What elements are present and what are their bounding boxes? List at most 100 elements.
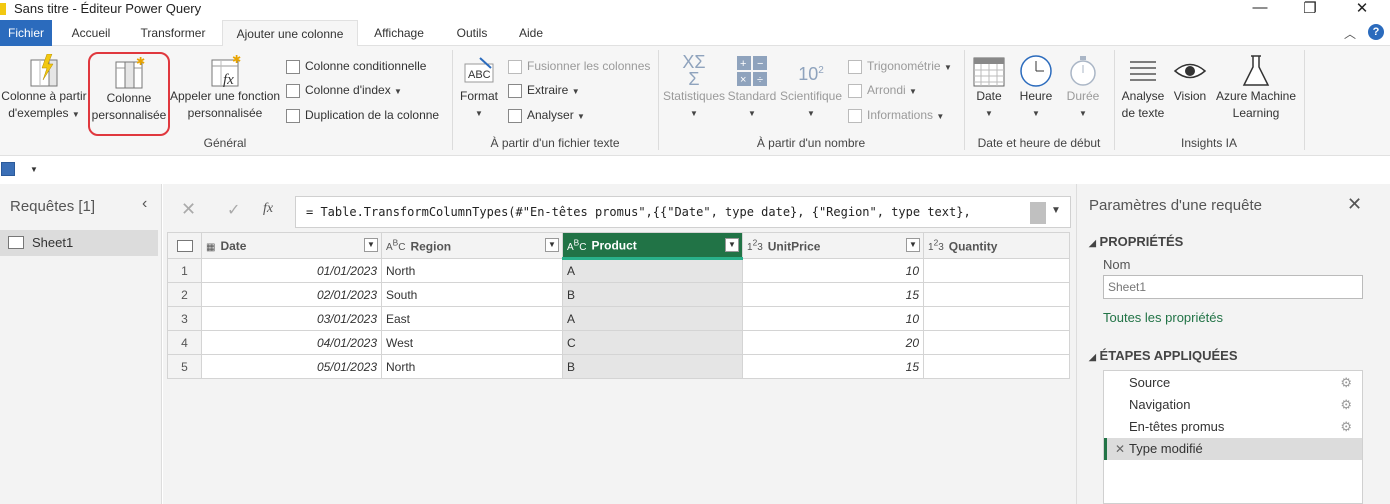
colonne-personnalisee-button[interactable]: ✱ Colonne personnalisée [88,52,170,136]
collapse-pane-icon[interactable]: ‹ [142,195,147,213]
query-item-sheet1[interactable]: Sheet1 [0,230,158,256]
cell-unitprice[interactable]: 15 [742,354,924,379]
step-en-tetes-promus[interactable]: En-têtes promus ⚙ [1104,416,1362,438]
cell-date[interactable]: 01/01/2023 [201,258,382,283]
azure-ml-button[interactable]: Azure Machine Learning [1212,54,1300,122]
close-settings-icon[interactable]: ✕ [1347,194,1362,215]
date-type-icon: ▦ [206,241,216,253]
tab-fichier[interactable]: Fichier [0,20,52,46]
minimize-button[interactable]: — [1245,0,1275,16]
save-icon[interactable] [1,162,15,176]
expand-formula-icon[interactable]: ▼ [1051,205,1061,216]
cell-quantity[interactable] [923,258,1070,283]
filter-dropdown-icon[interactable]: ▼ [545,238,559,252]
statistiques-button[interactable]: XΣ Σ Statistiques ▼ [662,53,726,122]
restore-button[interactable]: ❐ [1295,0,1325,17]
format-button[interactable]: ABC Format ▼ [456,54,502,122]
extraire-button[interactable]: Extraire ▼ [508,80,580,100]
cell-date[interactable]: 04/01/2023 [201,330,382,355]
arrondi-button[interactable]: Arrondi ▼ [848,80,917,100]
cell-region[interactable]: East [381,306,563,331]
column-header-region[interactable]: ABC Region ▼ [381,232,563,259]
cell-product[interactable]: B [562,282,743,307]
cell-quantity[interactable] [923,330,1070,355]
cell-quantity[interactable] [923,306,1070,331]
tab-aide[interactable]: Aide [508,20,554,46]
cell-quantity[interactable] [923,354,1070,379]
query-name-input[interactable]: Sheet1 [1103,275,1363,299]
collapse-triangle-icon[interactable]: ◢ [1089,238,1096,248]
cell-region[interactable]: North [381,258,563,283]
column-header-product[interactable]: ABC Product ▼ [562,232,743,260]
duree-button[interactable]: Durée ▼ [1060,54,1106,122]
all-properties-link[interactable]: Toutes les propriétés [1103,310,1223,325]
filter-dropdown-icon[interactable]: ▼ [906,238,920,252]
formula-bar[interactable]: = Table.TransformColumnTypes(#"En-têtes … [295,196,1071,228]
cell-region[interactable]: South [381,282,563,307]
svg-text:−: − [757,58,763,70]
cell-unitprice[interactable]: 10 [742,258,924,283]
informations-button[interactable]: Informations ▼ [848,105,944,125]
tab-transformer[interactable]: Transformer [132,20,214,46]
standard-button[interactable]: + − × ÷ Standard ▼ [726,54,778,122]
gear-icon[interactable]: ⚙ [1340,372,1352,394]
formula-scrollbar[interactable] [1030,202,1046,224]
step-navigation[interactable]: Navigation ⚙ [1104,394,1362,416]
analyser-button[interactable]: Analyser ▼ [508,105,585,125]
table-menu-button[interactable] [167,232,202,259]
cell-quantity[interactable] [923,282,1070,307]
analyse-texte-button[interactable]: Analyse de texte [1118,54,1168,122]
commit-formula-icon[interactable]: ✓ [227,200,240,220]
trigonometrie-button[interactable]: Trigonométrie ▼ [848,56,952,76]
query-settings-pane: Paramètres d'une requête ✕ ◢ PROPRIÉTÉS … [1076,184,1390,504]
tab-affichage[interactable]: Affichage [362,20,436,46]
column-header-date[interactable]: ▦ Date ▼ [201,232,382,259]
step-source[interactable]: Source ⚙ [1104,372,1362,394]
cell-date[interactable]: 02/01/2023 [201,282,382,307]
cell-unitprice[interactable]: 10 [742,306,924,331]
cell-unitprice[interactable]: 15 [742,282,924,307]
date-button[interactable]: Date ▼ [968,54,1010,122]
scientifique-button[interactable]: 102 Scientifique ▼ [778,54,844,122]
colonne-index-button[interactable]: Colonne d'index ▼ [286,80,402,100]
duplication-colonne-button[interactable]: Duplication de la colonne [286,105,439,125]
cell-unitprice[interactable]: 20 [742,330,924,355]
fx-icon[interactable]: fx [263,201,273,217]
cell-product[interactable]: A [562,258,743,283]
cell-product[interactable]: A [562,306,743,331]
close-button[interactable]: ✕ [1347,0,1377,17]
customize-toolbar-icon[interactable]: ▼ [30,165,38,174]
group-label-general: Général [203,136,247,150]
dropdown-caret-icon: ▼ [909,87,917,96]
duplicate-column-icon [286,108,300,123]
text-type-icon: ABC [567,237,587,253]
appeler-fonction-button[interactable]: fx ✱ Appeler une fonction personnalisée [170,54,280,122]
collapse-triangle-icon[interactable]: ◢ [1089,352,1096,362]
cell-product[interactable]: B [562,354,743,379]
column-header-unitprice[interactable]: 123 UnitPrice ▼ [742,232,924,259]
tab-ajouter-colonne[interactable]: Ajouter une colonne [222,20,358,47]
filter-dropdown-icon[interactable]: ▼ [725,238,739,252]
cell-region[interactable]: North [381,354,563,379]
filter-dropdown-icon[interactable]: ▼ [364,238,378,252]
cell-region[interactable]: West [381,330,563,355]
gear-icon[interactable]: ⚙ [1340,394,1352,416]
collapse-ribbon-icon[interactable]: ︿ [1344,25,1356,42]
colonne-exemples-button[interactable]: Colonne à partir d'exemples ▼ [0,53,88,123]
cell-date[interactable]: 03/01/2023 [201,306,382,331]
delete-step-icon[interactable]: ✕ [1115,438,1125,460]
gear-icon[interactable]: ⚙ [1340,416,1352,438]
tab-outils[interactable]: Outils [444,20,500,46]
heure-button[interactable]: Heure ▼ [1014,54,1058,122]
help-icon[interactable]: ? [1368,24,1384,40]
fusionner-colonnes-button[interactable]: Fusionner les colonnes [508,56,650,76]
svg-text:fx: fx [223,72,234,88]
vision-button[interactable]: Vision [1170,54,1210,105]
cell-product[interactable]: C [562,330,743,355]
cancel-formula-icon[interactable]: ✕ [181,199,196,220]
colonne-conditionnelle-button[interactable]: Colonne conditionnelle [286,56,426,76]
step-type-modifie[interactable]: ✕ Type modifié [1104,438,1362,460]
cell-date[interactable]: 05/01/2023 [201,354,382,379]
column-header-quantity[interactable]: 123 Quantity [923,232,1070,259]
tab-accueil[interactable]: Accueil [60,20,122,46]
